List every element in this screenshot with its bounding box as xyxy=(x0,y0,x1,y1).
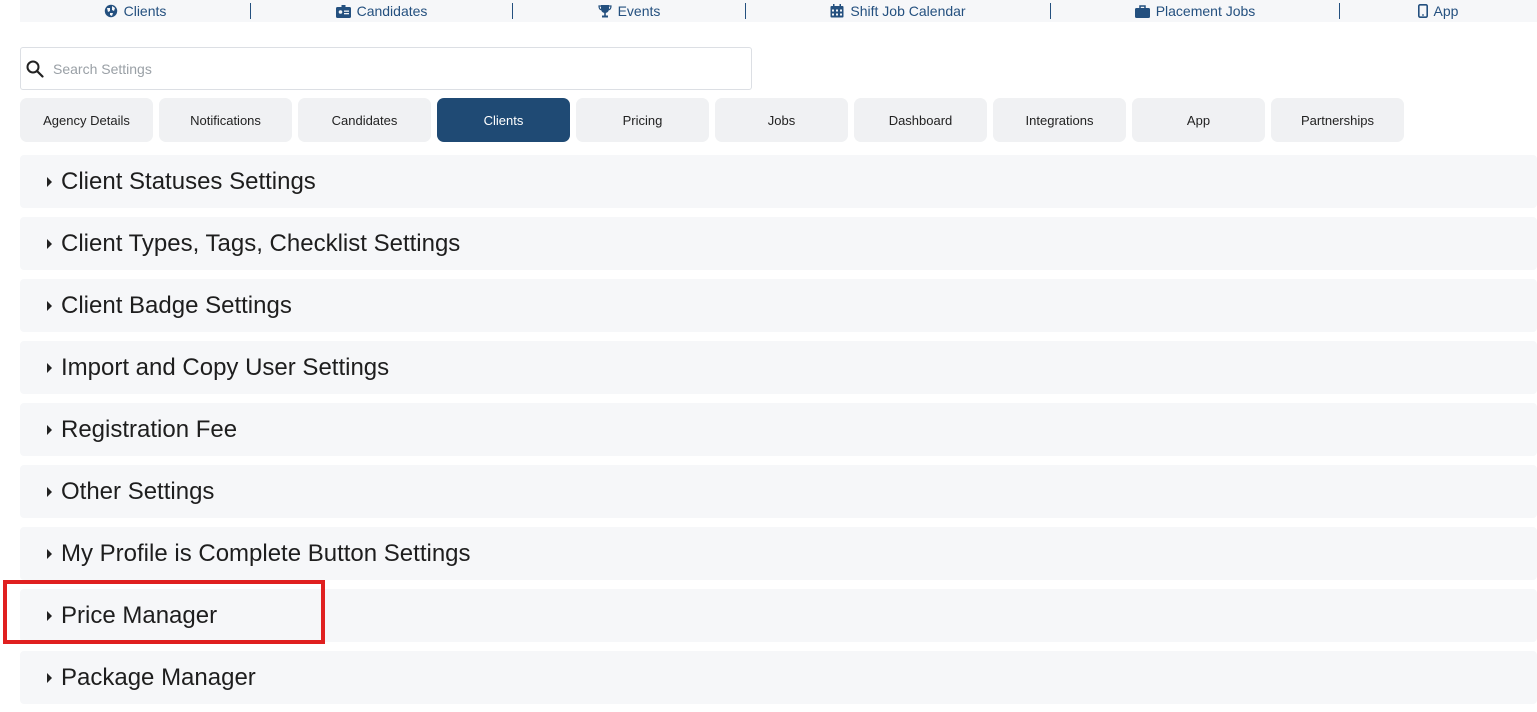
caret-right-icon xyxy=(47,300,52,311)
tab-dashboard[interactable]: Dashboard xyxy=(854,98,987,142)
section-my-profile-complete-button-settings[interactable]: My Profile is Complete Button Settings xyxy=(20,527,1537,580)
caret-right-icon xyxy=(47,238,52,249)
tab-agency-details[interactable]: Agency Details xyxy=(20,98,153,142)
tab-jobs[interactable]: Jobs xyxy=(715,98,848,142)
trophy-icon xyxy=(597,5,612,18)
tab-partnerships[interactable]: Partnerships xyxy=(1271,98,1404,142)
section-other-settings[interactable]: Other Settings xyxy=(20,465,1537,518)
section-title: Other Settings xyxy=(61,477,215,505)
caret-right-icon xyxy=(47,424,52,435)
section-title: My Profile is Complete Button Settings xyxy=(61,539,471,567)
caret-right-icon xyxy=(47,176,52,187)
section-title: Price Manager xyxy=(61,601,218,629)
briefcase-icon xyxy=(1134,4,1150,18)
topnav-label: Shift Job Calendar xyxy=(850,3,966,19)
tab-candidates[interactable]: Candidates xyxy=(298,98,431,142)
topnav-label: Placement Jobs xyxy=(1155,3,1256,19)
topnav-events[interactable]: Events xyxy=(513,0,745,22)
section-title: Package Manager xyxy=(61,663,256,691)
tab-app[interactable]: App xyxy=(1132,98,1265,142)
topnav-label: Candidates xyxy=(356,3,428,19)
section-import-and-copy-user-settings[interactable]: Import and Copy User Settings xyxy=(20,341,1537,394)
topnav-placement-jobs[interactable]: Placement Jobs xyxy=(1051,0,1339,22)
topnav-shift-job-calendar[interactable]: Shift Job Calendar xyxy=(746,0,1050,22)
section-title: Registration Fee xyxy=(61,415,238,443)
calendar-icon xyxy=(830,4,844,18)
topnav-clients[interactable]: Clients xyxy=(20,0,250,22)
section-registration-fee[interactable]: Registration Fee xyxy=(20,403,1537,456)
settings-tabs: Agency Details Notifications Candidates … xyxy=(20,98,1410,142)
section-client-badge-settings[interactable]: Client Badge Settings xyxy=(20,279,1537,332)
mobile-icon xyxy=(1417,4,1428,18)
section-title: Client Types, Tags, Checklist Settings xyxy=(61,229,461,257)
caret-right-icon xyxy=(47,362,52,373)
id-card-icon xyxy=(335,4,351,18)
search-icon xyxy=(26,60,44,78)
section-title: Import and Copy User Settings xyxy=(61,353,390,381)
caret-right-icon xyxy=(47,548,52,559)
section-client-types-tags-checklist-settings[interactable]: Client Types, Tags, Checklist Settings xyxy=(20,217,1537,270)
tab-pricing[interactable]: Pricing xyxy=(576,98,709,142)
topnav-candidates[interactable]: Candidates xyxy=(251,0,512,22)
search-input[interactable] xyxy=(51,59,735,78)
section-title: Client Badge Settings xyxy=(61,291,292,319)
section-title: Client Statuses Settings xyxy=(61,167,316,195)
caret-right-icon xyxy=(47,672,52,683)
topnav-label: App xyxy=(1433,3,1459,19)
section-client-statuses-settings[interactable]: Client Statuses Settings xyxy=(20,155,1537,208)
topnav-label: Clients xyxy=(123,3,167,19)
tab-clients[interactable]: Clients xyxy=(437,98,570,142)
topnav-label: Events xyxy=(617,3,661,19)
caret-right-icon xyxy=(47,610,52,621)
search-box xyxy=(20,47,752,90)
section-package-manager[interactable]: Package Manager xyxy=(20,651,1537,704)
section-price-manager[interactable]: Price Manager xyxy=(20,589,1537,642)
tab-integrations[interactable]: Integrations xyxy=(993,98,1126,142)
topnav-app[interactable]: App xyxy=(1340,0,1536,22)
top-navigation: Clients Candidates Events Shift Job Cale… xyxy=(20,0,1537,22)
tab-notifications[interactable]: Notifications xyxy=(159,98,292,142)
caret-right-icon xyxy=(47,486,52,497)
globe-icon xyxy=(104,4,117,18)
